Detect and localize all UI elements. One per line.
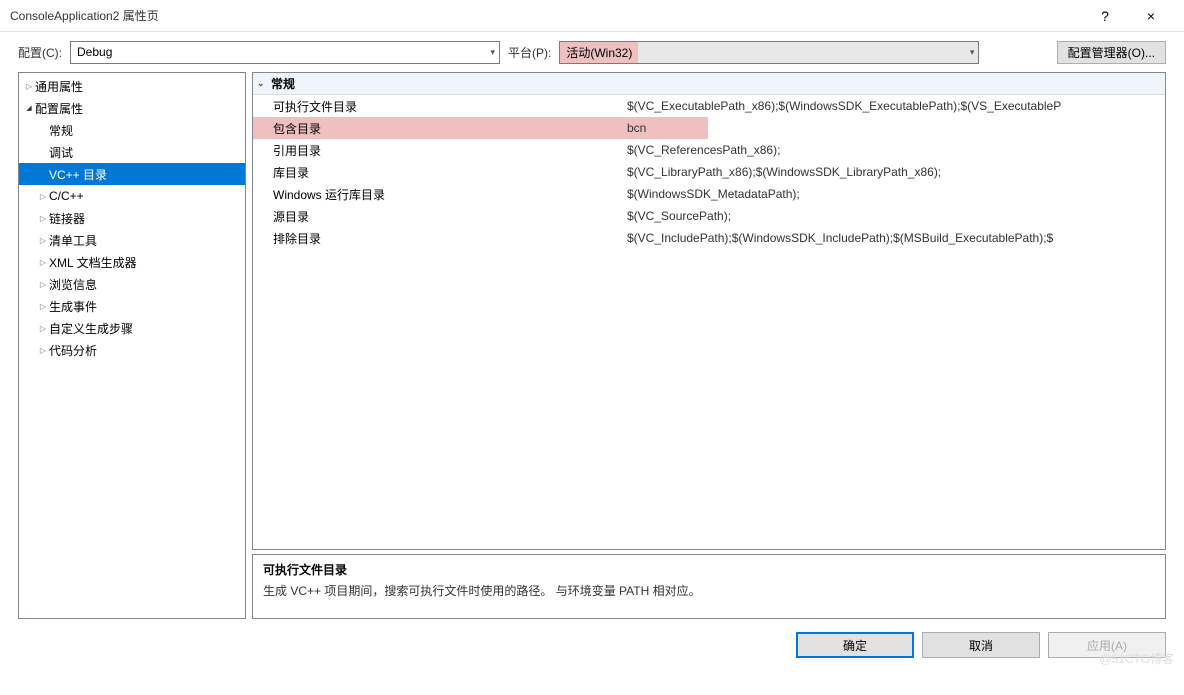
watermark: @51CTO博客 [1099,650,1174,667]
titlebar: ConsoleApplication2 属性页 ? × [0,0,1184,32]
tree-item-general[interactable]: 常规 [19,119,245,141]
prop-value[interactable]: $(VC_ExecutablePath_x86);$(WindowsSDK_Ex… [623,95,1165,117]
tree-item-build-events[interactable]: 生成事件 [19,295,245,317]
tree-item-browse[interactable]: 浏览信息 [19,273,245,295]
tree-item-vcdirs[interactable]: VC++ 目录 [19,163,245,185]
prop-value[interactable]: $(WindowsSDK_MetadataPath); [623,183,1165,205]
tree-toggle-icon[interactable] [37,346,49,355]
tree-item-custom-build[interactable]: 自定义生成步骤 [19,317,245,339]
titlebar-controls: ? × [1082,0,1174,32]
chevron-down-icon[interactable]: ⌄ [257,78,271,89]
close-button[interactable]: × [1128,0,1174,32]
description-panel: 可执行文件目录 生成 VC++ 项目期间，搜索可执行文件时使用的路径。 与环境变… [252,554,1166,619]
tree-toggle-icon[interactable] [37,324,49,333]
prop-name: 引用目录 [253,139,623,161]
platform-label: 平台(P): [508,44,551,61]
prop-row[interactable]: 排除目录 $(VC_IncludePath);$(WindowsSDK_Incl… [253,227,1165,249]
tree-toggle-icon[interactable] [37,302,49,311]
tree-toggle-icon[interactable] [37,258,49,267]
prop-name: 排除目录 [253,227,623,249]
property-grid[interactable]: ⌄ 常规 可执行文件目录 $(VC_ExecutablePath_x86);$(… [252,72,1166,550]
prop-row[interactable]: 包含目录 bcn [253,117,1165,139]
prop-name: 库目录 [253,161,623,183]
config-combo[interactable]: Debug ▾ [70,41,500,64]
tree-toggle-icon[interactable] [37,214,49,223]
prop-value[interactable]: $(VC_ReferencesPath_x86); [623,139,1165,161]
tree-item-ccpp[interactable]: C/C++ [19,185,245,207]
tree-item-config[interactable]: 配置属性 [19,97,245,119]
chevron-down-icon: ▾ [970,47,975,58]
prop-row[interactable]: Windows 运行库目录 $(WindowsSDK_MetadataPath)… [253,183,1165,205]
prop-row[interactable]: 可执行文件目录 $(VC_ExecutablePath_x86);$(Windo… [253,95,1165,117]
platform-combo[interactable]: 活动(Win32) ▾ [559,41,979,64]
toolbar: 配置(C): Debug ▾ 平台(P): 活动(Win32) ▾ 配置管理器(… [0,32,1184,72]
ok-button[interactable]: 确定 [796,632,914,658]
description-title: 可执行文件目录 [263,561,1155,578]
tree-item-manifest[interactable]: 清单工具 [19,229,245,251]
tree-toggle-icon[interactable] [37,236,49,245]
window-title: ConsoleApplication2 属性页 [10,7,159,24]
prop-name: 可执行文件目录 [253,95,623,117]
prop-value[interactable]: $(VC_IncludePath);$(WindowsSDK_IncludePa… [623,227,1165,249]
platform-value: 活动(Win32) [560,42,638,63]
cancel-button[interactable]: 取消 [922,632,1040,658]
tree-panel[interactable]: 通用属性 配置属性 常规 调试 VC++ 目录 C/C++ 链接器 清单工具 X… [18,72,246,619]
chevron-down-icon: ▾ [490,47,495,58]
prop-name: 包含目录 [253,117,623,139]
tree-item-xml[interactable]: XML 文档生成器 [19,251,245,273]
prop-row[interactable]: 引用目录 $(VC_ReferencesPath_x86); [253,139,1165,161]
tree-toggle-icon[interactable] [23,104,35,112]
footer: 确定 取消 应用(A) [0,619,1184,661]
prop-value[interactable]: $(VC_LibraryPath_x86);$(WindowsSDK_Libra… [623,161,1165,183]
config-value: Debug [77,45,112,59]
tree-item-common[interactable]: 通用属性 [19,75,245,97]
config-label: 配置(C): [18,44,62,61]
prop-name: 源目录 [253,205,623,227]
prop-value[interactable]: bcn [623,117,708,139]
tree-toggle-icon[interactable] [37,280,49,289]
prop-row[interactable]: 库目录 $(VC_LibraryPath_x86);$(WindowsSDK_L… [253,161,1165,183]
prop-value[interactable]: $(VC_SourcePath); [623,205,1165,227]
description-text: 生成 VC++ 项目期间，搜索可执行文件时使用的路径。 与环境变量 PATH 相… [263,582,1155,599]
help-button[interactable]: ? [1082,0,1128,32]
prop-name: Windows 运行库目录 [253,183,623,205]
content-panel: ⌄ 常规 可执行文件目录 $(VC_ExecutablePath_x86);$(… [252,72,1166,619]
tree-toggle-icon[interactable] [23,82,35,91]
prop-row[interactable]: 源目录 $(VC_SourcePath); [253,205,1165,227]
tree-item-linker[interactable]: 链接器 [19,207,245,229]
tree-item-debugging[interactable]: 调试 [19,141,245,163]
prop-section-header[interactable]: ⌄ 常规 [253,73,1165,95]
tree-toggle-icon[interactable] [37,192,49,201]
config-manager-button[interactable]: 配置管理器(O)... [1057,41,1166,64]
main-area: 通用属性 配置属性 常规 调试 VC++ 目录 C/C++ 链接器 清单工具 X… [0,72,1184,619]
tree-item-code-analysis[interactable]: 代码分析 [19,339,245,361]
